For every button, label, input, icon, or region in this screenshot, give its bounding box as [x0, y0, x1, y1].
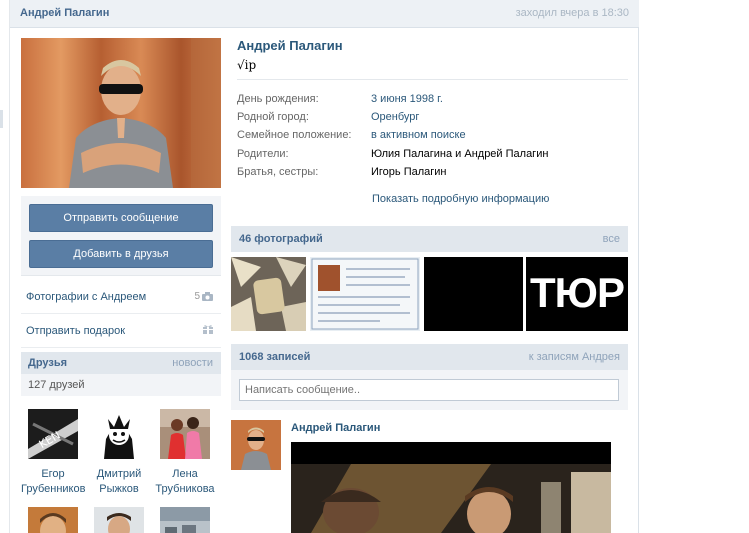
topbar-name[interactable]: Андрей Палагин	[20, 7, 109, 19]
profile-page: Андрей Палагин заходил вчера в 18:30 Отп…	[10, 0, 639, 533]
profile-avatar[interactable]	[21, 38, 221, 188]
friend-name[interactable]: Дмитрий Рыжков	[87, 467, 151, 497]
friend-avatar[interactable]	[160, 507, 210, 533]
photos-header: 46 фотографий все	[231, 226, 628, 252]
wall-title[interactable]: 1068 записей	[239, 351, 310, 363]
left-edge-tab[interactable]	[0, 110, 3, 128]
friends-count[interactable]: 127 друзей	[28, 379, 85, 391]
friend-item[interactable]: Дмитрий Рыжков	[87, 409, 151, 497]
photos-with-count-value: 5	[194, 291, 200, 302]
left-edge-panel	[0, 0, 10, 533]
post-video[interactable]	[291, 442, 611, 533]
photo-thumb[interactable]: ТЮР	[526, 257, 628, 331]
info-value-birthday[interactable]: 3 июня 1998 г.	[371, 93, 443, 105]
profile-topbar: Андрей Палагин заходил вчера в 18:30	[10, 0, 639, 28]
gift-icon	[203, 325, 213, 334]
send-gift-link[interactable]: Отправить подарок	[26, 325, 125, 337]
info-divider	[237, 79, 628, 80]
info-value-siblings[interactable]: Игорь Палагин	[371, 166, 447, 178]
wall-post-box	[231, 370, 628, 410]
info-label-siblings: Братья, сестры:	[237, 166, 319, 178]
wall-post-input[interactable]	[239, 379, 619, 401]
info-label-relationship: Семейное положение:	[237, 129, 352, 141]
friend-name[interactable]: Егор Грубенников	[21, 467, 85, 497]
add-friend-button[interactable]: Добавить в друзья	[29, 240, 213, 268]
info-label-birthday: День рождения:	[237, 93, 319, 105]
last-seen: заходил вчера в 18:30	[515, 7, 629, 19]
info-value-hometown[interactable]: Оренбург	[371, 111, 419, 123]
wall-own-posts-link[interactable]: к записям Андрея	[529, 351, 620, 363]
show-more-info-link[interactable]: Показать подробную информацию	[372, 193, 549, 205]
info-value-parents[interactable]: Юлия Палагина и Андрей Палагин	[371, 148, 548, 160]
profile-actions: Отправить сообщение Добавить в друзья	[21, 196, 221, 276]
friends-news-link[interactable]: новости	[172, 357, 213, 369]
gift-icon-wrap	[203, 324, 213, 334]
profile-name: Андрей Палагин	[237, 38, 343, 53]
friend-avatar[interactable]	[160, 409, 210, 459]
photo-text-overlay: ТЮР	[530, 269, 625, 316]
info-value-relationship[interactable]: в активном поиске	[371, 129, 466, 141]
post-author-name[interactable]: Андрей Палагин	[291, 422, 380, 434]
camera-icon	[202, 292, 213, 301]
friend-avatar[interactable]	[28, 507, 78, 533]
friend-avatar[interactable]	[94, 409, 144, 459]
photos-with-count: 5	[194, 291, 213, 302]
friend-item[interactable]	[21, 507, 85, 533]
friend-item[interactable]	[87, 507, 151, 533]
photos-with-row[interactable]: Фотографии с Андреем 5	[21, 280, 221, 314]
friend-avatar[interactable]	[94, 507, 144, 533]
friend-name[interactable]: Лена Трубникова	[153, 467, 217, 497]
send-message-button[interactable]: Отправить сообщение	[29, 204, 213, 232]
friends-header: Друзья новости	[21, 352, 221, 374]
send-gift-row[interactable]: Отправить подарок	[21, 314, 221, 348]
friend-item[interactable]	[153, 507, 217, 533]
photo-thumb[interactable]	[424, 257, 523, 331]
info-label-hometown: Родной город:	[237, 111, 309, 123]
info-label-parents: Родители:	[237, 148, 289, 160]
post-author-avatar[interactable]	[231, 420, 281, 470]
friend-item[interactable]: KEN Егор Грубенников	[21, 409, 85, 497]
photos-with-link[interactable]: Фотографии с Андреем	[26, 291, 146, 303]
wall-header: 1068 записей к записям Андрея	[231, 344, 628, 370]
friend-item[interactable]: Лена Трубникова	[153, 409, 217, 497]
photo-thumb[interactable]	[310, 257, 420, 331]
friend-avatar[interactable]: KEN	[28, 409, 78, 459]
friends-title[interactable]: Друзья	[28, 357, 67, 369]
friends-count-bar: 127 друзей	[21, 374, 221, 396]
photos-all-link[interactable]: все	[603, 233, 620, 245]
profile-status[interactable]: √ip	[237, 58, 256, 72]
photos-title[interactable]: 46 фотографий	[239, 233, 323, 245]
photo-thumb[interactable]	[231, 257, 306, 331]
